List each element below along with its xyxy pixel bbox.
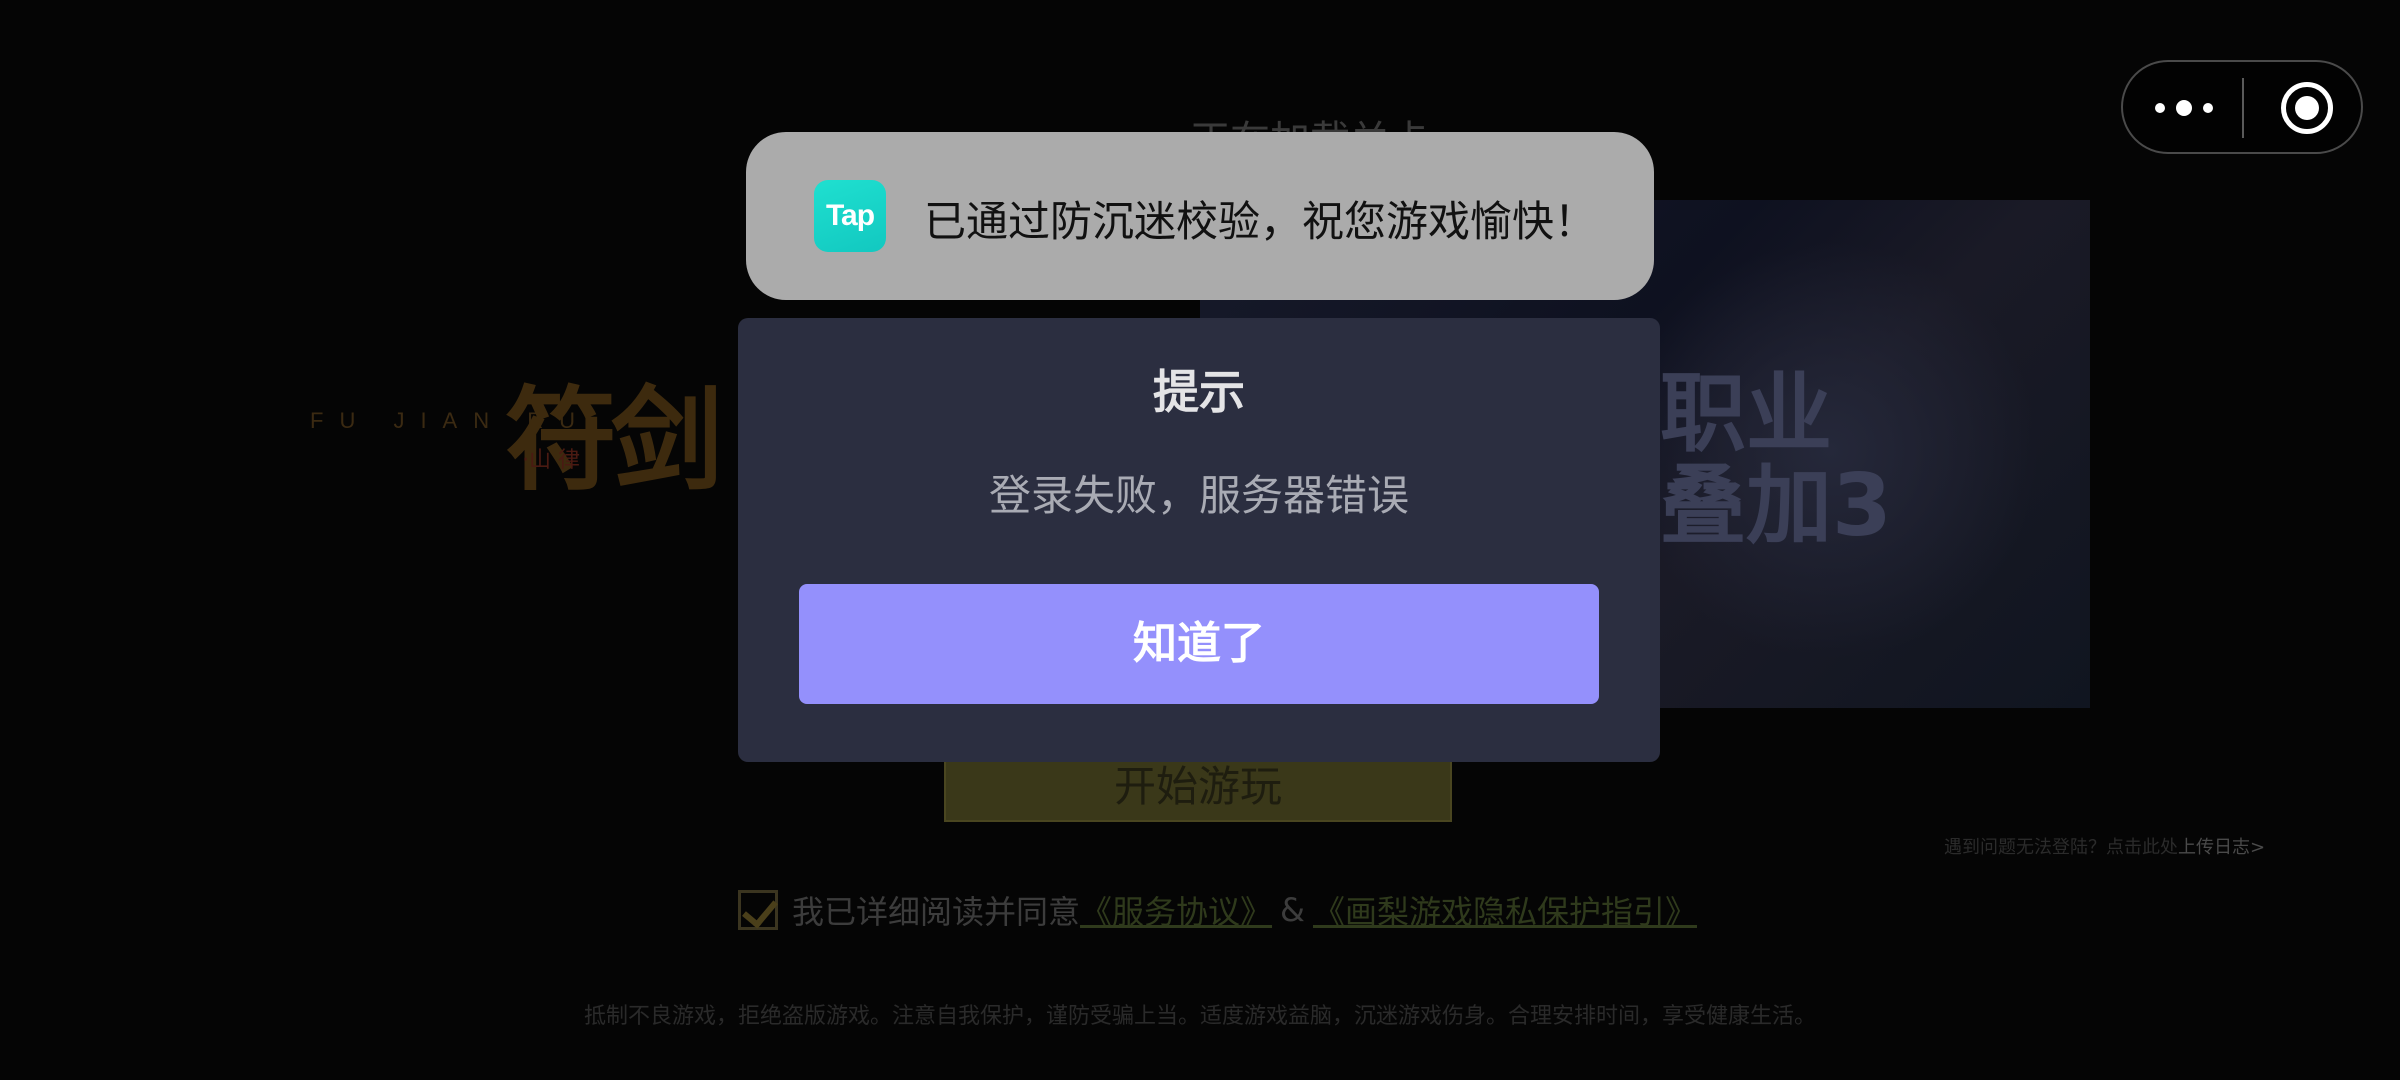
help-prefix: 遇到问题无法登陆？点击此处 bbox=[1944, 837, 2178, 858]
privacy-policy-link[interactable]: 《画梨游戏隐私保护指引》 bbox=[1313, 887, 1697, 933]
agree-text: 我已详细阅读并同意 bbox=[792, 893, 1081, 931]
taptap-app-icon: Tap bbox=[814, 180, 886, 252]
dialog-title: 提示 bbox=[1153, 365, 1245, 419]
close-target-icon[interactable] bbox=[2281, 82, 2333, 134]
help-link-text[interactable]: 上传日志> bbox=[2178, 837, 2265, 858]
banner-line-2: 叠加3 bbox=[1660, 456, 1892, 556]
start-game-button[interactable]: 开始游玩 bbox=[944, 752, 1452, 822]
dialog-message: 登录失败，服务器错误 bbox=[988, 471, 1409, 520]
more-dots-icon[interactable] bbox=[2155, 92, 2213, 124]
logo-chinese-text: 符剑 bbox=[505, 375, 723, 506]
agreement-checkbox[interactable] bbox=[738, 890, 778, 930]
service-agreement-link[interactable]: 《服务协议》 bbox=[1080, 887, 1272, 933]
game-logo: FU JIAN RU 符剑 ·山 律 bbox=[310, 350, 770, 510]
ampersand: & bbox=[1280, 891, 1305, 929]
dialog-confirm-button[interactable]: 知道了 bbox=[799, 584, 1599, 704]
capsule-divider bbox=[2242, 78, 2244, 138]
upload-log-link[interactable]: 遇到问题无法登陆？点击此处上传日志> bbox=[1944, 833, 2265, 859]
banner-text: 职业 叠加3 bbox=[1660, 368, 1892, 552]
capsule-menu bbox=[2121, 60, 2363, 154]
logo-sub-text: ·山 律 bbox=[522, 448, 580, 473]
health-notice: 抵制不良游戏，拒绝盗版游戏。注意自我保护，谨防受骗上当。适度游戏益脑，沉迷游戏伤… bbox=[583, 1004, 1816, 1029]
agreement-row: 我已详细阅读并同意 《服务协议》 & 《画梨游戏隐私保护指引》 bbox=[738, 886, 1697, 934]
banner-line-1: 职业 bbox=[1660, 364, 1832, 464]
anti-addiction-toast: Tap 已通过防沉迷校验，祝您游戏愉快！ bbox=[746, 132, 1654, 300]
login-error-dialog: 提示 登录失败，服务器错误 知道了 bbox=[738, 318, 1660, 762]
toast-message: 已通过防沉迷校验，祝您游戏愉快！ bbox=[924, 197, 1597, 246]
